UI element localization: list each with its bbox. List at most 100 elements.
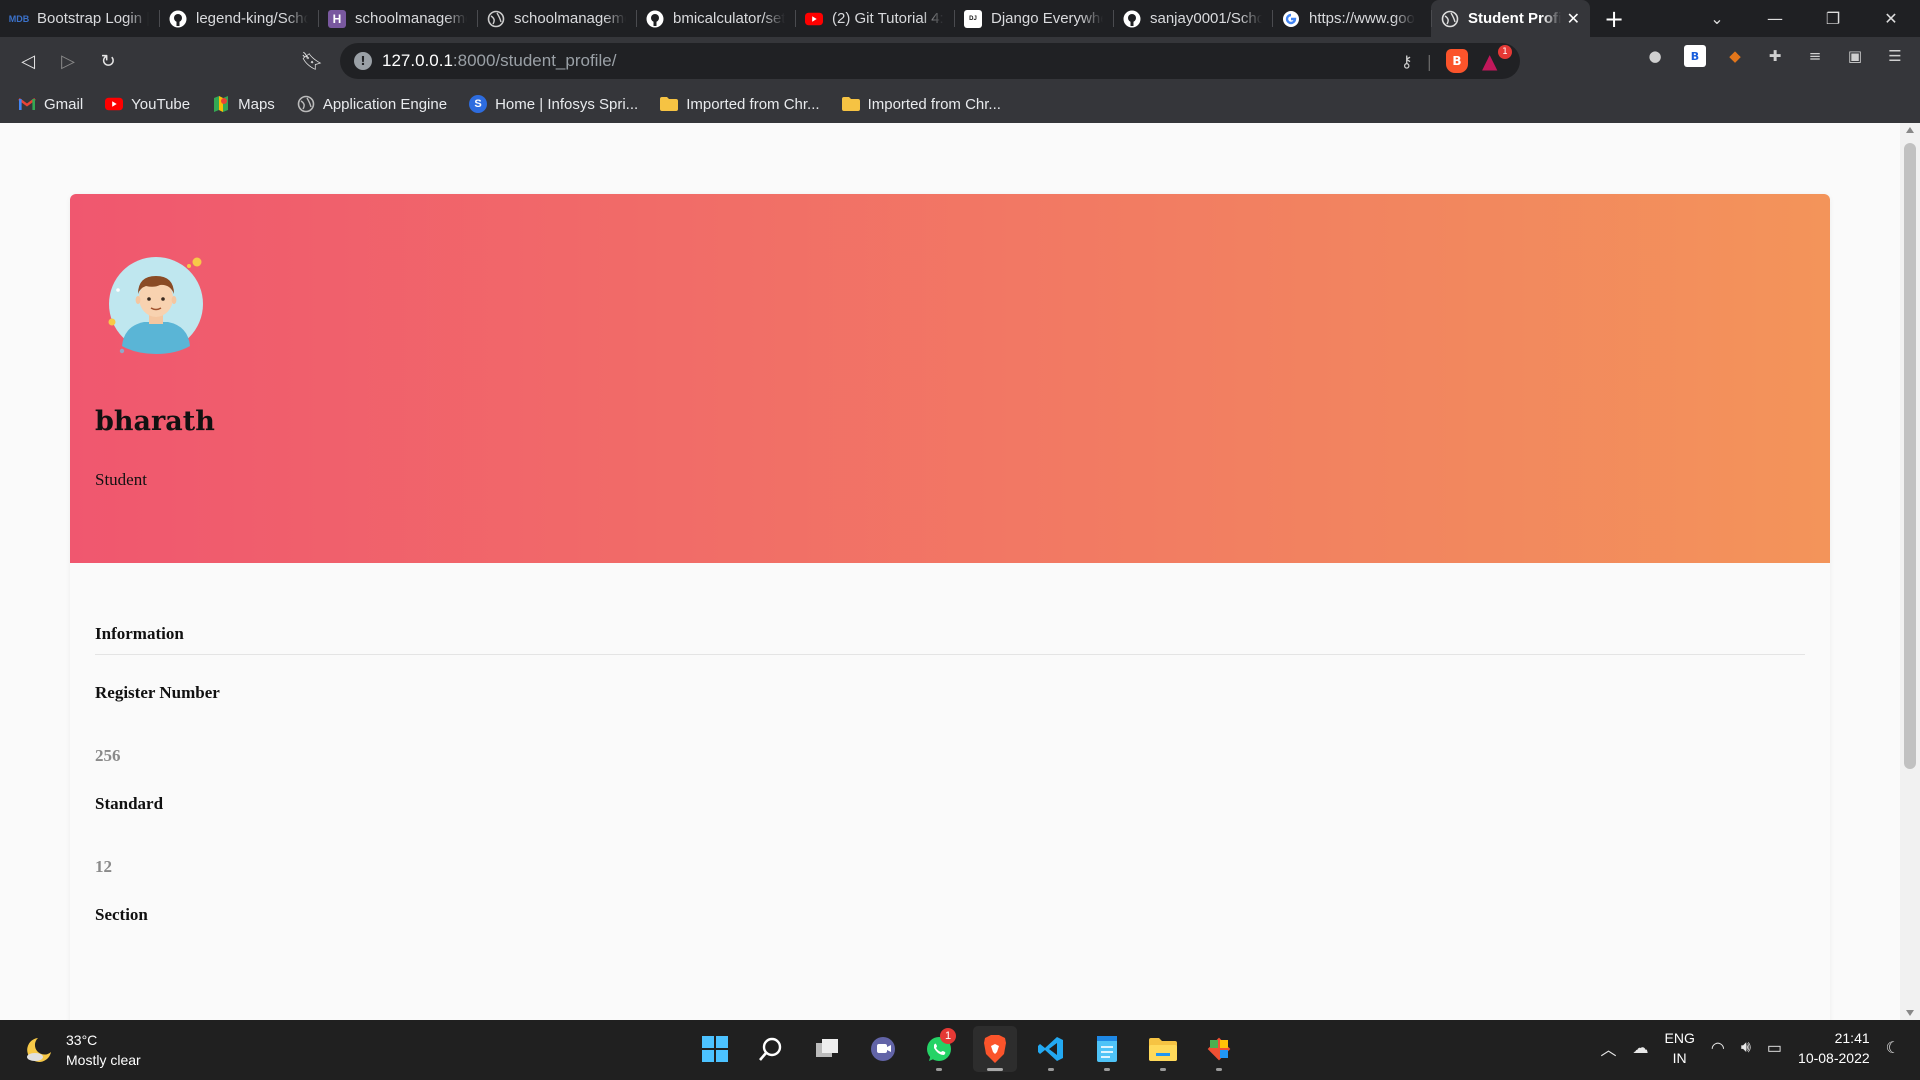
forward-button[interactable]: ▷ (48, 41, 88, 81)
tab-legend-king[interactable]: legend-king/Scho (159, 0, 318, 37)
password-key-icon[interactable]: ⚷ (1401, 52, 1413, 71)
search-button[interactable] (749, 1026, 793, 1072)
wifi-icon[interactable]: ◠ (1711, 1038, 1725, 1058)
clock-time: 21:41 (1834, 1030, 1870, 1046)
bitwarden-extension-icon[interactable]: B (1684, 45, 1706, 67)
extensions-puzzle-icon[interactable]: ✚ (1764, 45, 1786, 67)
tab-schoolmanagement-heroku[interactable]: H schoolmanagemen (318, 0, 477, 37)
address-bar[interactable]: ! 127.0.0.1:8000/student_profile/ ⚷ | B … (340, 43, 1520, 79)
heroku-icon: H (328, 9, 346, 28)
globe-icon (1441, 10, 1459, 28)
running-indicator (936, 1068, 942, 1071)
globe-icon (297, 95, 315, 113)
system-tray: ︿ ☁ ENG IN ◠ 🔊︎ ▭ 21:41 10-08-2022 ☾ (1600, 1028, 1900, 1068)
youtube-icon (805, 10, 823, 28)
tab-title: sanjay0001/Scho (1150, 10, 1262, 27)
whatsapp-notification-badge: 1 (940, 1028, 956, 1044)
new-tab-button[interactable]: + (1590, 0, 1638, 37)
media-queue-icon[interactable]: ≡ (1804, 45, 1826, 67)
notepad-button[interactable] (1085, 1026, 1129, 1072)
bookmark-infosys[interactable]: S Home | Infosys Spri... (469, 95, 638, 113)
task-view-button[interactable] (805, 1026, 849, 1072)
language-indicator[interactable]: ENG IN (1665, 1028, 1695, 1068)
address-host: 127.0.0.1 (382, 51, 453, 70)
taskbar-clock[interactable]: 21:41 10-08-2022 (1798, 1028, 1870, 1068)
bookmark-application-engine[interactable]: Application Engine (297, 95, 447, 113)
bookmarks-bar: Gmail YouTube Maps Application Engine S … (0, 85, 1920, 123)
tab-bootstrap-login[interactable]: MDB Bootstrap Login | (0, 0, 159, 37)
show-hidden-icons-chevron-icon[interactable]: ︿ (1600, 1036, 1616, 1060)
tab-schoolmanagement[interactable]: schoolmanagemen (477, 0, 636, 37)
bookmark-maps[interactable]: Maps (212, 95, 275, 113)
brave-rewards-icon[interactable]: ▲ 1 (1482, 45, 1512, 71)
mouse-extension-icon[interactable]: ● (1644, 45, 1666, 67)
tab-title: schoolmanagemen (514, 10, 626, 27)
scrollbar-thumb[interactable] (1904, 143, 1916, 769)
django-icon: DJ (964, 9, 982, 28)
file-explorer-icon (1149, 1038, 1177, 1061)
file-explorer-button[interactable] (1141, 1026, 1185, 1072)
brave-browser-button[interactable] (973, 1026, 1017, 1072)
weather-description: Mostly clear (66, 1052, 141, 1068)
bookmark-gmail[interactable]: Gmail (18, 95, 83, 113)
minimize-button[interactable]: — (1746, 0, 1804, 37)
start-button[interactable] (693, 1026, 737, 1072)
bookmark-page-icon[interactable]: 🔖︎ (292, 41, 332, 81)
page-viewport: bharath Student Information Register Num… (0, 123, 1900, 1020)
site-info-icon[interactable]: ! (354, 52, 372, 70)
wallet-icon[interactable]: ▣ (1844, 45, 1866, 67)
close-window-button[interactable]: ✕ (1862, 0, 1920, 37)
running-indicator (1216, 1068, 1222, 1071)
language-primary: ENG (1664, 1030, 1695, 1046)
github-icon (1123, 10, 1141, 28)
field-label: Section (95, 905, 148, 924)
battery-icon[interactable]: ▭ (1767, 1038, 1782, 1058)
reload-button[interactable]: ↻ (88, 41, 128, 81)
taskbar-apps: 1 (693, 1026, 1241, 1072)
tab-title: Django Everywher (991, 10, 1103, 27)
bookmark-youtube[interactable]: YouTube (105, 95, 190, 113)
tab-title: legend-king/Scho (196, 10, 308, 27)
teams-chat-button[interactable] (861, 1026, 905, 1072)
maximize-button[interactable]: ❐ (1804, 0, 1862, 37)
field-label: Standard (95, 794, 164, 813)
tab-title: https://www.goo (1309, 10, 1415, 27)
profile-card: bharath Student Information Register Num… (70, 194, 1830, 1020)
git-gui-button[interactable] (1197, 1026, 1241, 1072)
focus-assist-moon-icon[interactable]: ☾ (1886, 1038, 1900, 1058)
bookmark-label: Maps (238, 95, 275, 113)
tab-django-everywhere[interactable]: DJ Django Everywher (954, 0, 1113, 37)
moon-weather-icon (27, 1038, 51, 1062)
close-tab-icon[interactable]: ✕ (1561, 9, 1580, 29)
folder-icon (660, 95, 679, 113)
back-button[interactable]: ◁ (8, 41, 48, 81)
onedrive-cloud-icon[interactable]: ☁ (1633, 1038, 1649, 1058)
window-controls: ⌄ — ❐ ✕ (1688, 0, 1920, 37)
tab-git-tutorial[interactable]: (2) Git Tutorial 4: (795, 0, 954, 37)
infosys-icon: S (469, 95, 488, 113)
folder-icon (841, 95, 860, 113)
youtube-icon (105, 95, 124, 113)
brave-shields-icon[interactable]: B (1446, 49, 1468, 73)
running-indicator (1104, 1068, 1110, 1071)
whatsapp-button[interactable]: 1 (917, 1026, 961, 1072)
tab-search-icon[interactable]: ⌄ (1688, 0, 1746, 37)
bookmark-folder-imported-2[interactable]: Imported from Chr... (841, 95, 1001, 113)
menu-hamburger-icon[interactable]: ☰ (1884, 45, 1906, 67)
vscode-button[interactable] (1029, 1026, 1073, 1072)
vscode-icon (1038, 1037, 1063, 1061)
tab-google[interactable]: https://www.goo (1272, 0, 1431, 37)
scroll-up-arrow[interactable] (1906, 127, 1914, 133)
page-scrollbar[interactable] (1900, 123, 1920, 1020)
tab-bmicalculator[interactable]: bmicalculator/sett (636, 0, 795, 37)
volume-icon[interactable]: 🔊︎ (1741, 1039, 1751, 1057)
weather-widget[interactable]: 33°C Mostly clear (24, 1030, 141, 1070)
bookmark-folder-imported-1[interactable]: Imported from Chr... (660, 95, 820, 113)
metamask-fox-icon[interactable]: ◆ (1724, 45, 1746, 67)
gmail-icon (18, 95, 36, 113)
scroll-down-arrow[interactable] (1906, 1010, 1914, 1016)
tab-student-profile[interactable]: Student Profile ✕ (1431, 0, 1590, 37)
tab-title: (2) Git Tutorial 4: (832, 10, 944, 27)
globe-icon (487, 10, 505, 28)
tab-sanjay-school[interactable]: sanjay0001/Scho (1113, 0, 1272, 37)
